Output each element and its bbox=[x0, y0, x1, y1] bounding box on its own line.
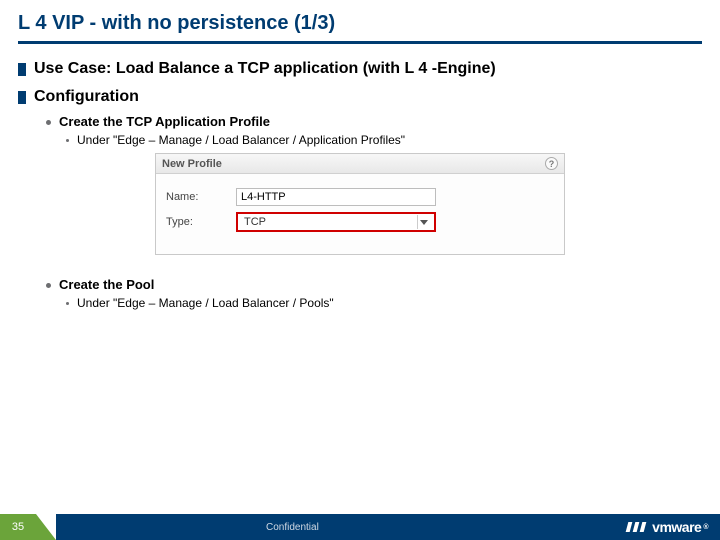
page-number: 35 bbox=[0, 514, 36, 540]
subbullet-label: Create the Pool bbox=[59, 277, 154, 292]
vmware-logo: vmware® bbox=[627, 519, 708, 535]
logo-stripe-icon bbox=[640, 522, 647, 532]
logo-text: vmware bbox=[652, 519, 701, 535]
type-value: TCP bbox=[244, 216, 266, 228]
slide-title: L 4 VIP - with no persistence (1/3) bbox=[18, 12, 702, 44]
dialog-title: New Profile bbox=[162, 158, 222, 170]
embedded-dialog: New Profile ? Name: Type: TCP bbox=[155, 153, 565, 255]
subsubbullet-pool-path: Under "Edge – Manage / Load Balancer / P… bbox=[66, 296, 702, 310]
dialog-body: Name: Type: TCP bbox=[156, 174, 564, 254]
row-name: Name: bbox=[166, 188, 554, 206]
square-bullet-icon bbox=[18, 91, 26, 104]
dot-bullet-icon bbox=[46, 283, 51, 288]
bullet-label: Use Case: Load Balance a TCP application… bbox=[34, 60, 496, 78]
type-select[interactable]: TCP bbox=[236, 212, 436, 232]
subbullet-label: Create the TCP Application Profile bbox=[59, 114, 270, 129]
dot-bullet-icon bbox=[46, 120, 51, 125]
name-label: Name: bbox=[166, 191, 236, 203]
logo-stripe-icon bbox=[633, 522, 640, 532]
subsubbullet-label: Under "Edge – Manage / Load Balancer / P… bbox=[77, 296, 334, 310]
dot-bullet-icon bbox=[66, 139, 69, 142]
footer-bar: Confidential vmware® bbox=[56, 514, 720, 540]
bullet-usecase: Use Case: Load Balance a TCP application… bbox=[18, 60, 702, 78]
type-label: Type: bbox=[166, 216, 236, 228]
chevron-down-icon bbox=[417, 215, 431, 229]
footer: 35 Confidential vmware® bbox=[0, 514, 720, 540]
dot-bullet-icon bbox=[66, 302, 69, 305]
bullet-config: Configuration bbox=[18, 88, 702, 106]
subbullet-create-profile: Create the TCP Application Profile bbox=[46, 114, 702, 129]
subbullet-create-pool: Create the Pool bbox=[46, 277, 702, 292]
name-input[interactable] bbox=[236, 188, 436, 206]
footer-triangle-icon bbox=[36, 514, 56, 540]
confidential-label: Confidential bbox=[266, 522, 319, 533]
row-type: Type: TCP bbox=[166, 212, 554, 232]
dialog-header: New Profile ? bbox=[156, 154, 564, 174]
logo-stripe-icon bbox=[626, 522, 633, 532]
square-bullet-icon bbox=[18, 63, 26, 76]
subsubbullet-profile-path: Under "Edge – Manage / Load Balancer / A… bbox=[66, 133, 702, 147]
subsubbullet-label: Under "Edge – Manage / Load Balancer / A… bbox=[77, 133, 405, 147]
help-icon[interactable]: ? bbox=[545, 157, 558, 170]
bullet-label: Configuration bbox=[34, 88, 139, 106]
slide: L 4 VIP - with no persistence (1/3) Use … bbox=[0, 0, 720, 540]
